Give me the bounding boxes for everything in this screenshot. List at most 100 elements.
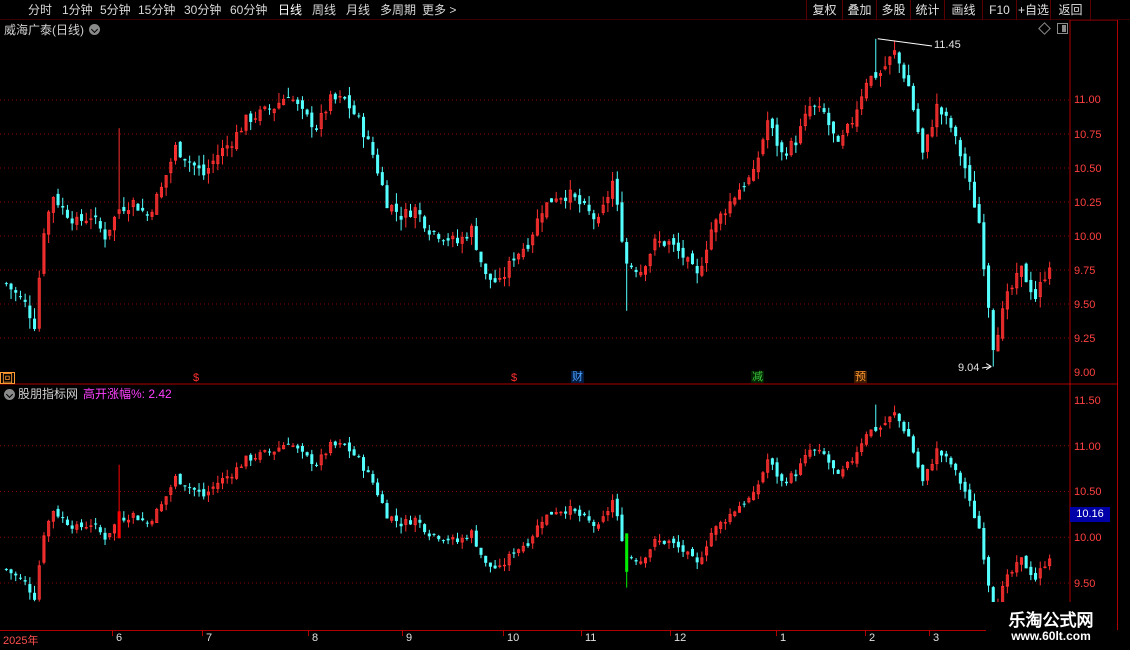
candle-body [940,107,944,115]
period-15min[interactable]: 15分钟 [138,2,175,18]
candle-body [1024,555,1028,569]
candle-body [333,93,337,100]
candle-body [587,516,591,521]
add-watchlist-button[interactable]: 返回 [1050,0,1090,20]
candle-body [658,241,662,243]
candle-body [770,118,774,129]
price-axis-label: 10.75 [1074,129,1102,141]
candle-body [559,198,563,200]
candle-body [80,522,84,528]
stock-title: 威海广泰(日线) [4,23,84,37]
date-tick [865,631,866,636]
period-60min[interactable]: 60分钟 [230,2,267,18]
candle-body [658,540,662,543]
candle-body [672,238,676,245]
period-1min[interactable]: 1分钟 [62,2,93,18]
candle-body [56,193,60,206]
date-label: 8 [312,632,319,644]
period-multi[interactable]: 多周期 [380,2,416,18]
mark-button[interactable]: +自选 [1016,0,1050,20]
candle-body [33,592,37,600]
chevron-down-icon[interactable] [4,389,15,400]
period-daily[interactable]: 日线 [278,2,302,18]
candle-body [192,162,196,166]
stats-button[interactable]: 统计 [910,0,944,20]
candle-body [366,136,370,140]
f10-button[interactable]: F10 [982,0,1016,20]
indicator-axis-label: 10.00 [1074,532,1102,544]
period-monthly[interactable]: 月线 [346,2,370,18]
candle-body [310,454,314,465]
chevron-down-icon[interactable] [89,24,100,35]
candle-body [310,112,314,128]
overlay-button[interactable]: 叠加 [842,0,876,20]
period-5min[interactable]: 5分钟 [100,2,131,18]
candle-body [549,198,554,203]
candle-body [794,474,798,477]
candle-body [122,206,126,212]
candle-body [1029,566,1033,576]
candle-body [498,277,502,280]
period-fenshi[interactable]: 分时 [28,2,52,18]
candle-body [394,515,398,522]
candle-body [371,474,375,483]
date-label: 6 [116,632,123,644]
candle-body [963,153,967,169]
candle-body [897,413,901,422]
candle-body [286,97,290,99]
period-weekly[interactable]: 周线 [312,2,336,18]
fuquan-button[interactable]: 复权 [806,0,842,20]
candle-body [338,443,342,445]
candle-body [921,464,925,482]
panel-frames [0,19,1117,630]
back-button[interactable] [1090,0,1130,20]
candle-body [831,121,835,134]
candle-body [465,236,469,239]
site-watermark: 乐淘公式网 www.60lt.com [986,602,1116,648]
candle-body [267,108,272,110]
window-toggle-icon[interactable] [1057,23,1068,34]
right-sidebar-strip[interactable] [1117,20,1130,630]
candle-body [314,464,319,466]
main-candles[interactable] [4,38,1052,367]
candle-body [28,305,32,319]
draw-line-button[interactable]: 画线 [944,0,982,20]
candle-body [352,449,356,456]
candle-body [432,231,436,233]
candle-body [911,436,915,453]
candle-body [564,197,568,201]
candle-body [70,218,74,224]
event-tag-dollar[interactable]: $ [510,372,518,384]
candle-body [352,105,356,115]
candle-body [982,528,986,560]
indicator-candles[interactable] [4,404,1052,626]
candle-body [61,206,65,208]
candle-body [874,426,878,431]
date-tick [776,631,777,636]
candle-body [587,204,591,212]
candle-body [564,511,568,514]
candle-body [498,565,502,567]
date-label: 1 [780,632,787,644]
candle-body [98,221,102,229]
candle-body [347,95,351,109]
candle-body [582,513,586,516]
candle-body [89,525,93,527]
candle-body [949,118,953,128]
event-tag-yu[interactable]: 预 [854,371,867,383]
period-more[interactable]: 更多 > [422,2,456,18]
event-tag-hui[interactable]: 回 [0,372,15,385]
candle-body [780,142,784,153]
candle-body [963,481,967,492]
multi-stock-button[interactable]: 多股 [876,0,910,20]
candle-body [874,72,878,78]
main-grid [0,99,1070,339]
event-tag-jian[interactable]: 减 [751,371,764,383]
candle-body [982,222,986,270]
candle-body [263,450,267,452]
candle-body [14,290,18,293]
period-30min[interactable]: 30分钟 [184,2,221,18]
event-tag-dollar[interactable]: $ [192,372,200,384]
event-tag-cai[interactable]: 财 [571,371,584,383]
candle-body [573,508,577,512]
